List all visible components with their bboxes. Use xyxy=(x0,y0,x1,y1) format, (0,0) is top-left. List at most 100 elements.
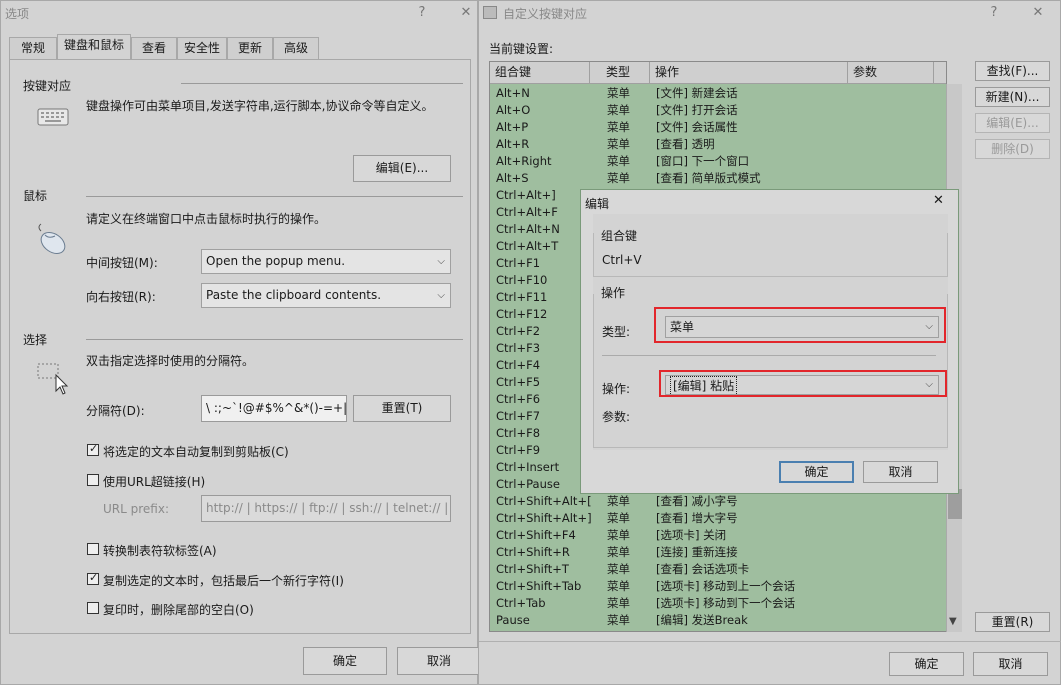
tab-keyboard-mouse[interactable]: 键盘和鼠标 xyxy=(57,34,131,60)
trim-trailing-checkbox[interactable] xyxy=(87,602,99,614)
list-item-type: 菜单 xyxy=(607,596,630,610)
tab-to-soft-checkbox[interactable] xyxy=(87,543,99,555)
action-label: 操作: xyxy=(602,382,631,396)
list-item-combo: Ctrl+Pause xyxy=(496,477,560,491)
list-item-combo: Ctrl+Alt+N xyxy=(496,222,560,236)
list-item-action: [连接] 重新连接 xyxy=(656,545,738,559)
close-icon[interactable]: ✕ xyxy=(455,3,477,23)
options-titlebar: 选项 ? ✕ xyxy=(1,1,477,25)
new-button[interactable]: 新建(N)... xyxy=(975,87,1050,107)
list-item-combo: Ctrl+Alt+] xyxy=(496,188,556,202)
list-item-combo: Ctrl+F5 xyxy=(496,375,541,389)
keymap-section-title: 按键对应 xyxy=(23,79,72,93)
list-item-combo: Alt+Right xyxy=(496,154,552,168)
tab-general[interactable]: 常规 xyxy=(9,37,57,59)
list-item[interactable]: Alt+S 菜单 [查看] 简单版式模式 xyxy=(490,170,946,187)
cancel-button[interactable]: 取消 xyxy=(397,647,481,675)
list-item-combo: Ctrl+F4 xyxy=(496,358,541,372)
help-button[interactable]: ? xyxy=(411,3,433,23)
edit-button[interactable]: 编辑(E)... xyxy=(975,113,1050,133)
list-item[interactable]: Alt+Right 菜单 [窗口] 下一个窗口 xyxy=(490,153,946,170)
url-hyperlink-label[interactable]: 使用URL超链接(H) xyxy=(103,473,205,490)
reset-delimiter-button[interactable]: 重置(T) xyxy=(353,395,451,422)
list-item[interactable]: Alt+O 菜单 [文件] 打开会话 xyxy=(490,102,946,119)
checkmark-icon: ✓ xyxy=(89,571,99,584)
help-button[interactable]: ? xyxy=(983,3,1005,23)
find-button[interactable]: 查找(F)... xyxy=(975,61,1050,81)
list-item-combo: Ctrl+Shift+Alt+] xyxy=(496,511,592,525)
reset-button[interactable]: 重置(R) xyxy=(975,612,1050,632)
list-item[interactable]: Ctrl+Shift+F4 菜单 [选项卡] 关闭 xyxy=(490,527,946,544)
chevron-down-icon: ⌵ xyxy=(437,290,445,301)
url-hyperlink-checkbox[interactable] xyxy=(87,474,99,486)
combo-group xyxy=(593,233,948,277)
divider xyxy=(86,339,463,340)
column-header-param[interactable]: 参数 xyxy=(848,62,934,84)
mouse-description: 请定义在终端窗口中点击鼠标时执行的操作。 xyxy=(86,212,327,226)
list-item-action: [文件] 打开会话 xyxy=(656,103,738,117)
list-item-type: 菜单 xyxy=(607,562,630,576)
list-item-type: 菜单 xyxy=(607,154,630,168)
column-header-type[interactable]: 类型 xyxy=(590,62,650,84)
column-header-combo[interactable]: 组合键 xyxy=(490,62,590,84)
list-item-type: 菜单 xyxy=(607,86,630,100)
keyboard-icon xyxy=(37,105,69,127)
keymap-cancel-button[interactable]: 取消 xyxy=(973,652,1048,676)
edit-cancel-button[interactable]: 取消 xyxy=(863,461,938,483)
keymap-title: 自定义按键对应 xyxy=(503,7,588,21)
column-header-action[interactable]: 操作 xyxy=(650,62,848,84)
list-item[interactable]: Ctrl+Shift+Tab 菜单 [选项卡] 移动到上一个会话 xyxy=(490,578,946,595)
edit-ok-button[interactable]: 确定 xyxy=(779,461,854,483)
list-item-combo: Alt+S xyxy=(496,171,529,185)
list-item-combo: Ctrl+F11 xyxy=(496,290,548,304)
list-item[interactable]: Alt+P 菜单 [文件] 会话属性 xyxy=(490,119,946,136)
list-item-combo: Alt+R xyxy=(496,137,530,151)
list-item[interactable]: Ctrl+Shift+Alt+[菜单 [查看] 减小字号 xyxy=(490,493,946,510)
tab-to-soft-label[interactable]: 转换制表符软标签(A) xyxy=(103,542,217,559)
tab-update[interactable]: 更新 xyxy=(227,37,273,59)
copy-newline-checkbox[interactable]: ✓ xyxy=(87,571,99,585)
tab-advanced[interactable]: 高级 xyxy=(273,37,319,59)
keymap-edit-button[interactable]: 编辑(E)... xyxy=(353,155,451,182)
list-item[interactable]: Alt+R 菜单 [查看] 透明 xyxy=(490,136,946,153)
keymap-ok-button[interactable]: 确定 xyxy=(889,652,964,676)
tab-security[interactable]: 安全性 xyxy=(177,37,227,59)
list-item-action: [查看] 简单版式模式 xyxy=(656,171,761,185)
list-item-type: 菜单 xyxy=(607,103,630,117)
scroll-down-arrow-icon[interactable]: ▼ xyxy=(949,616,957,627)
list-item-combo: Ctrl+F9 xyxy=(496,443,541,457)
tab-view[interactable]: 查看 xyxy=(131,37,177,59)
list-item-type: 菜单 xyxy=(607,494,630,508)
list-item-combo: Ctrl+Insert xyxy=(496,460,560,474)
combo-value: Ctrl+V xyxy=(602,253,642,267)
list-item-combo: Ctrl+Shift+Tab xyxy=(496,579,582,593)
middle-button-select[interactable]: Open the popup menu. ⌵ xyxy=(201,249,451,274)
auto-copy-checkbox[interactable]: ✓ xyxy=(87,442,99,456)
list-item[interactable]: Ctrl+Shift+R 菜单 [连接] 重新连接 xyxy=(490,544,946,561)
list-item-type: 菜单 xyxy=(607,511,630,525)
right-button-select[interactable]: Paste the clipboard contents. ⌵ xyxy=(201,283,451,308)
options-title: 选项 xyxy=(5,7,30,21)
trim-trailing-label[interactable]: 复印时，删除尾部的空白(O) xyxy=(103,601,254,618)
list-item-action: [选项卡] 移动到上一个会话 xyxy=(656,579,796,593)
list-item-combo: Ctrl+F3 xyxy=(496,341,541,355)
close-icon[interactable]: ✕ xyxy=(933,193,944,208)
auto-copy-label[interactable]: 将选定的文本自动复制到剪贴板(C) xyxy=(103,443,289,460)
delete-button[interactable]: 删除(D) xyxy=(975,139,1050,159)
divider xyxy=(479,641,1061,642)
close-icon[interactable]: ✕ xyxy=(1027,3,1049,23)
list-item[interactable]: Pause 菜单 [编辑] 发送Break xyxy=(490,612,946,629)
list-item[interactable]: Ctrl+Shift+T 菜单 [查看] 会话选项卡 xyxy=(490,561,946,578)
copy-newline-label[interactable]: 复制选定的文本时，包括最后一个新行字符(I) xyxy=(103,572,344,589)
url-prefix-input[interactable]: http:// | https:// | ftp:// | ssh:// | t… xyxy=(201,495,451,522)
action-highlight-box xyxy=(659,370,947,397)
edit-dialog-titlebar: 编辑 ✕ xyxy=(581,190,958,214)
right-button-value: Paste the clipboard contents. xyxy=(206,288,382,302)
list-item[interactable]: Ctrl+Shift+Alt+] 菜单 [查看] 增大字号 xyxy=(490,510,946,527)
middle-button-value: Open the popup menu. xyxy=(206,254,346,268)
list-item-action: [窗口] 下一个窗口 xyxy=(656,154,750,168)
ok-button[interactable]: 确定 xyxy=(303,647,387,675)
list-item[interactable]: Alt+N 菜单 [文件] 新建会话 xyxy=(490,85,946,102)
list-item[interactable]: Ctrl+Tab 菜单 [选项卡] 移动到下一个会话 xyxy=(490,595,946,612)
delimiter-input[interactable]: \ :;~`!@#$%^&*()-=+|[]{} xyxy=(201,395,347,422)
